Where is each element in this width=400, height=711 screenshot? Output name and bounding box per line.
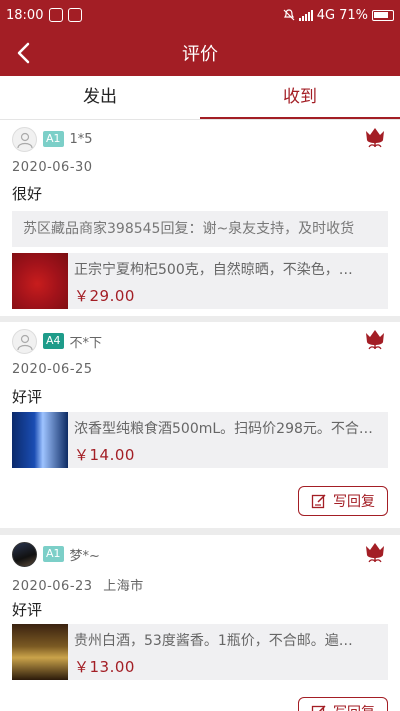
product-row[interactable]: 正宗宁夏枸杞500克，自然晾晒，不染色，… ￥29.00 <box>12 253 388 309</box>
product-image <box>12 624 68 680</box>
reviewer-row: A1 梦*~ <box>12 541 100 567</box>
review-date-location: 2020-06-23 上海市 <box>12 575 144 594</box>
level-badge: A1 <box>43 546 64 562</box>
write-reply-label: 写回复 <box>333 494 375 510</box>
review-date: 2020-06-25 <box>12 362 93 377</box>
product-price: ￥14.00 <box>74 446 135 464</box>
write-reply-button[interactable]: 写回复 <box>298 697 388 711</box>
flower-rating-icon <box>366 543 384 563</box>
battery-percent: 71% <box>339 7 368 23</box>
notification-app-icon <box>68 8 83 22</box>
reviewer-row: A1 1*5 <box>12 126 93 152</box>
product-name: 贵州白酒，53度酱香。1瓶价，不合邮。遍… <box>74 633 353 649</box>
review-card: A1 梦*~ 2020-06-23 上海市 好评 贵州白酒，53度酱香。1瓶价，… <box>0 535 400 711</box>
review-comment: 好评 <box>12 388 43 406</box>
reviewer-row: A4 不*下 <box>12 328 102 354</box>
signal-icon <box>298 9 313 21</box>
product-image <box>12 412 68 468</box>
status-time: 18:00 <box>6 7 44 23</box>
review-comment: 好评 <box>12 601 43 619</box>
flower-rating-icon <box>366 330 384 350</box>
review-date: 2020-06-30 <box>12 160 93 175</box>
product-price: ￥29.00 <box>74 287 135 305</box>
page-title: 评价 <box>182 44 218 65</box>
reviewer-name: 梦*~ <box>69 548 100 564</box>
product-row[interactable]: 浓香型纯粮食酒500mL。扫码价298元。不合… ￥14.00 <box>12 412 388 468</box>
status-bar: 18:00 4G 71% <box>0 0 400 30</box>
flower-rating-icon <box>366 128 384 148</box>
review-date: 2020-06-23 <box>12 579 93 594</box>
review-location: 上海市 <box>103 579 144 594</box>
edit-icon <box>311 494 326 509</box>
level-badge: A4 <box>43 333 64 349</box>
default-user-icon <box>17 132 33 148</box>
mute-icon <box>283 9 295 21</box>
top-bar: 18:00 4G 71% 评价 <box>0 0 400 76</box>
product-price: ￥13.00 <box>74 658 135 676</box>
product-name: 正宗宁夏枸杞500克，自然晾晒，不染色，… <box>74 262 353 278</box>
battery-icon <box>372 9 394 21</box>
avatar[interactable] <box>12 328 37 354</box>
product-row[interactable]: 贵州白酒，53度酱香。1瓶价，不合邮。遍… ￥13.00 <box>12 624 388 680</box>
default-user-icon <box>17 334 33 350</box>
compass-icon <box>49 8 64 22</box>
level-badge: A1 <box>43 131 64 147</box>
back-arrow-icon[interactable] <box>10 38 40 68</box>
write-reply-label: 写回复 <box>333 702 375 711</box>
edit-icon <box>311 705 326 711</box>
seller-reply: 苏区藏品商家398545回复：谢~泉友支持，及时收货 <box>12 211 388 247</box>
write-reply-button[interactable]: 写回复 <box>298 486 388 516</box>
tab-received[interactable]: 收到 <box>200 76 400 119</box>
avatar[interactable] <box>12 126 37 152</box>
tab-bar: 发出 收到 <box>0 76 400 120</box>
review-comment: 很好 <box>12 185 43 203</box>
tab-sent[interactable]: 发出 <box>0 76 200 119</box>
review-card: A4 不*下 2020-06-25 好评 浓香型纯粮食酒500mL。扫码价298… <box>0 322 400 528</box>
avatar[interactable] <box>12 541 37 567</box>
nav-header: 评价 <box>0 30 400 76</box>
review-card: A1 1*5 2020-06-30 很好 苏区藏品商家398545回复：谢~泉友… <box>0 120 400 316</box>
product-name: 浓香型纯粮食酒500mL。扫码价298元。不合… <box>74 421 373 437</box>
reviewer-name: 不*下 <box>69 335 103 351</box>
product-image <box>12 253 68 309</box>
reviewer-name: 1*5 <box>69 131 93 147</box>
network-type: 4G <box>316 7 336 23</box>
